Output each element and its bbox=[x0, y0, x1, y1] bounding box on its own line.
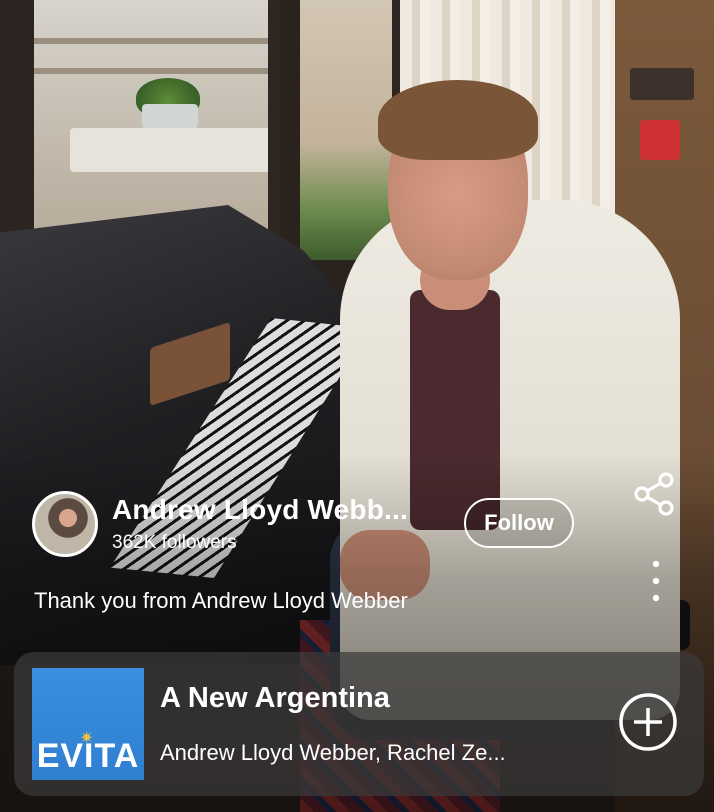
track-title[interactable]: A New Argentina bbox=[160, 682, 390, 715]
follower-count: 362K followers bbox=[112, 532, 237, 553]
more-vertical-icon[interactable] bbox=[640, 556, 672, 606]
fire-alarm bbox=[640, 120, 680, 160]
video-player[interactable]: Andrew Lloyd Webb... 362K followers Foll… bbox=[0, 0, 714, 812]
balcony-rail bbox=[34, 68, 274, 74]
album-cover-logo: EVITA bbox=[36, 737, 140, 775]
video-caption: Thank you from Andrew Lloyd Webber bbox=[34, 588, 408, 613]
track-artists[interactable]: Andrew Lloyd Webber, Rachel Ze... bbox=[160, 740, 506, 766]
add-circle-icon[interactable] bbox=[618, 692, 678, 752]
artist-info[interactable]: Andrew Lloyd Webb... 362K followers bbox=[112, 494, 408, 554]
album-cover[interactable]: ✷ EVITA bbox=[32, 668, 144, 780]
artist-name[interactable]: Andrew Lloyd Webb... bbox=[112, 494, 408, 526]
window-frame bbox=[0, 0, 34, 245]
patio-table bbox=[70, 128, 275, 172]
person-hair bbox=[378, 80, 538, 160]
share-icon[interactable] bbox=[632, 470, 680, 518]
track-card[interactable]: ✷ EVITA A New Argentina Andrew Lloyd Web… bbox=[14, 652, 704, 796]
balcony-rail bbox=[34, 38, 274, 44]
avatar[interactable] bbox=[32, 491, 98, 557]
follow-button[interactable]: Follow bbox=[464, 498, 574, 548]
light-switch bbox=[630, 68, 694, 100]
window-frame bbox=[268, 0, 280, 270]
